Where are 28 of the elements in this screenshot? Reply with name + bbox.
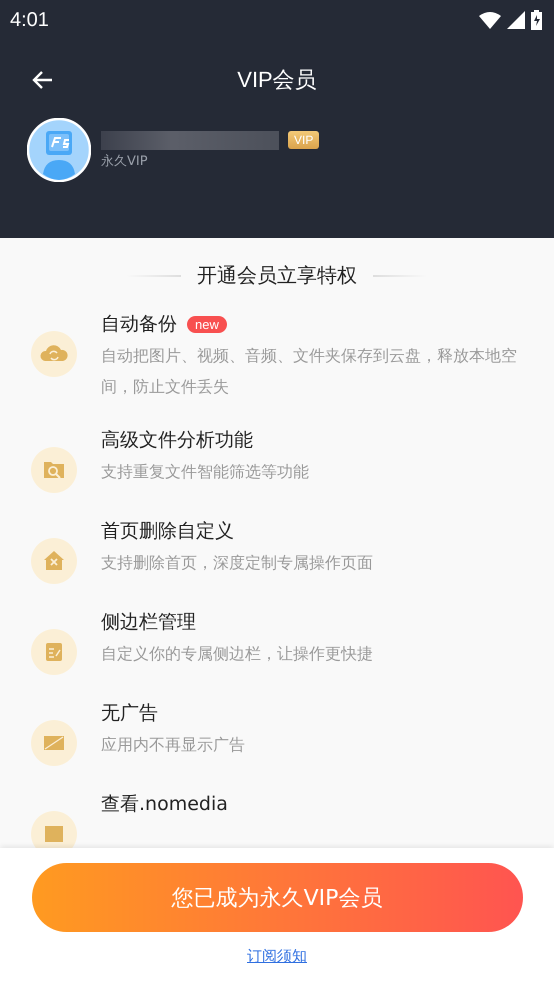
vip-badge: VIP bbox=[288, 131, 320, 149]
back-arrow-icon[interactable] bbox=[31, 70, 53, 90]
feature-title: 首页删除自定义 bbox=[101, 519, 234, 544]
cloud-icon bbox=[31, 331, 77, 377]
status-time: 4:01 bbox=[10, 8, 49, 32]
vip-status-button[interactable]: 您已成为永久VIP会员 bbox=[32, 863, 522, 932]
wifi-icon bbox=[479, 11, 501, 29]
feature-description: 自动把图片、视频、音频、文件夹保存到云盘，释放本地空间，防止文件丢失 bbox=[101, 345, 518, 398]
feature-description: 支持删除首页，深度定制专属操作页面 bbox=[101, 552, 373, 574]
signal-icon bbox=[507, 11, 525, 29]
feature-description: 支持重复文件智能筛选等功能 bbox=[101, 461, 309, 483]
feature-description: 应用内不再显示广告 bbox=[101, 734, 245, 756]
edit-icon bbox=[31, 629, 77, 675]
feature-title: 侧边栏管理 bbox=[101, 610, 196, 635]
feature-description: 自定义你的专属侧边栏，让操作更快捷 bbox=[101, 643, 373, 665]
membership-label: 永久VIP bbox=[101, 152, 149, 170]
feature-title: 自动备份 bbox=[101, 312, 177, 337]
section-title: 开通会员立享特权 bbox=[197, 262, 357, 289]
feature-title: 高级文件分析功能 bbox=[101, 428, 253, 453]
new-badge: new bbox=[187, 316, 227, 332]
home-icon bbox=[31, 538, 77, 584]
battery-icon bbox=[531, 10, 542, 30]
subscription-notice-link[interactable]: 订阅须知 bbox=[247, 947, 307, 966]
feature-title: 查看.nomedia bbox=[101, 792, 228, 817]
search-icon bbox=[31, 447, 77, 493]
avatar-icon bbox=[27, 118, 91, 182]
page-title: VIP会员 bbox=[237, 66, 317, 94]
feature-title: 无广告 bbox=[101, 701, 158, 726]
